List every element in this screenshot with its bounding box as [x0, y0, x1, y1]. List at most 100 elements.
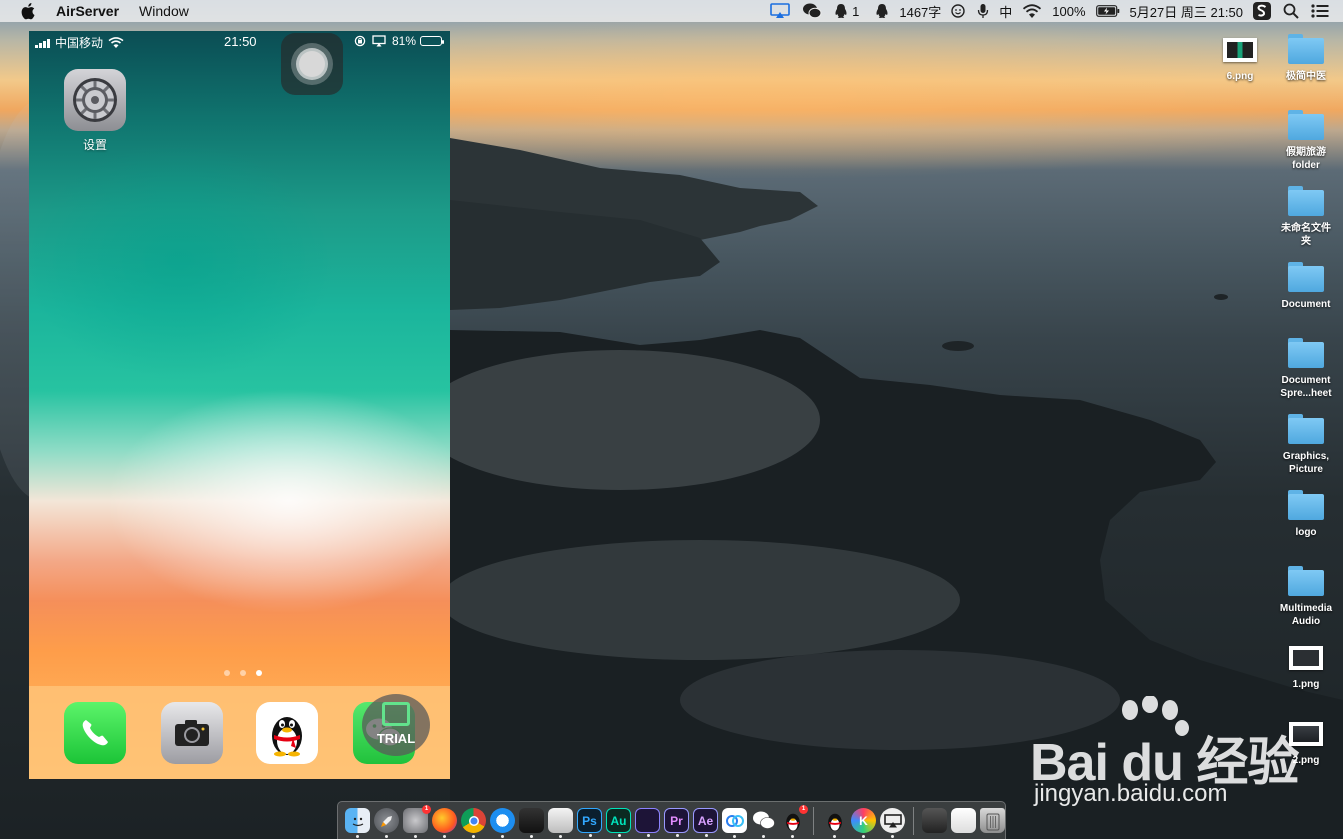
- running-indicator: [559, 835, 562, 838]
- airplay-status-icon[interactable]: [770, 0, 790, 22]
- stack-window-icon[interactable]: [922, 808, 947, 833]
- quicktime-icon[interactable]: [490, 808, 515, 838]
- home-app-settings[interactable]: 设置: [64, 69, 126, 153]
- desktop-folder-label: Document: [1281, 299, 1331, 310]
- running-indicator: [472, 835, 475, 838]
- after-effects-icon[interactable]: Ae: [693, 808, 718, 837]
- media-encoder-icon[interactable]: [635, 808, 660, 837]
- desktop-folder-label: 假期旅游 folder: [1286, 147, 1326, 171]
- page-indicator[interactable]: [219, 670, 267, 676]
- notification-center-icon[interactable]: [1311, 0, 1329, 22]
- dock-app-label: Ae: [697, 813, 714, 828]
- desktop-folder-logo[interactable]: logo: [1268, 490, 1343, 539]
- desktop-folder-untitled[interactable]: 未命名文件 夹: [1268, 186, 1343, 248]
- final-cut-icon[interactable]: [519, 808, 544, 838]
- folder-icon: [1288, 34, 1324, 64]
- input-method-status[interactable]: 中: [999, 2, 1012, 21]
- qq-unread-count: 1: [852, 3, 860, 19]
- dock-app-phone[interactable]: [64, 702, 126, 764]
- running-indicator: [530, 835, 533, 838]
- qq-status-icon[interactable]: 1: [834, 0, 863, 22]
- dock-app-label: Pr: [670, 813, 683, 828]
- dock-app-label: Ps: [582, 813, 597, 828]
- phone-wifi-icon: [108, 36, 124, 48]
- running-indicator: [676, 834, 679, 837]
- dock-app-camera[interactable]: [161, 702, 223, 764]
- folder-icon: [1288, 338, 1324, 368]
- microphone-icon[interactable]: [977, 0, 989, 22]
- running-indicator: [705, 834, 708, 837]
- wechat-dock-icon[interactable]: [751, 808, 776, 838]
- carrier-name: 中国移动: [55, 36, 104, 50]
- premiere-icon[interactable]: Pr: [664, 808, 689, 837]
- wechat-status-icon[interactable]: [802, 0, 822, 22]
- dock-separator: [813, 806, 814, 835]
- menu-window[interactable]: Window: [139, 3, 189, 19]
- desktop-folder-jijian[interactable]: 极简中医: [1268, 34, 1343, 83]
- page-dot-2[interactable]: [240, 670, 246, 676]
- phone-time: 21:50: [224, 34, 257, 49]
- desktop-folder-label: Multimedia Audio: [1279, 603, 1333, 627]
- screen-mirroring-icon: [372, 35, 386, 47]
- desktop-file-label: 6.png: [1226, 71, 1254, 82]
- qq-dock-icon[interactable]: 1: [780, 805, 808, 838]
- airserver-icon[interactable]: [880, 808, 905, 838]
- folder-icon: [1288, 414, 1324, 444]
- running-indicator: [618, 834, 621, 837]
- desktop-file-1-png[interactable]: 1.png: [1268, 644, 1343, 691]
- qq-status-icon-2[interactable]: [875, 0, 889, 22]
- chrome-icon[interactable]: [461, 808, 486, 838]
- launchpad-rocket-icon[interactable]: [374, 808, 399, 838]
- qq-penguin-icon: [272, 717, 302, 757]
- desktop-folder-label: Graphics, Picture: [1282, 451, 1330, 475]
- desktop-folder-spreadsheet[interactable]: Document Spre...heet: [1268, 338, 1343, 400]
- desktop-file-6-png[interactable]: 6.png: [1202, 36, 1278, 83]
- battery-charging-icon[interactable]: [1095, 0, 1120, 22]
- phone-icon: [82, 720, 108, 746]
- dock-app-label: K: [859, 813, 868, 828]
- stack-screenshot-icon[interactable]: [951, 808, 976, 833]
- desktop-folder-multimedia[interactable]: Multimedia Audio: [1268, 566, 1343, 628]
- running-indicator: [762, 835, 765, 838]
- firefox-icon[interactable]: [432, 808, 457, 838]
- emoji-status-icon[interactable]: [951, 0, 965, 22]
- battery-percentage[interactable]: 100%: [1052, 4, 1085, 19]
- kuaiying-icon[interactable]: K: [851, 808, 876, 838]
- spotlight-search-icon[interactable]: [1283, 0, 1299, 22]
- settings-gear-icon: [64, 69, 126, 131]
- desktop-folder-graphics[interactable]: Graphics, Picture: [1268, 414, 1343, 476]
- running-indicator: [589, 834, 592, 837]
- finder-icon[interactable]: [345, 808, 370, 838]
- folder-icon: [1288, 566, 1324, 596]
- photoshop-icon[interactable]: Ps: [577, 808, 602, 837]
- running-indicator: [862, 835, 865, 838]
- apple-menu-icon[interactable]: [20, 2, 36, 20]
- system-preferences-icon[interactable]: 1: [403, 805, 431, 838]
- running-indicator: [733, 835, 736, 838]
- baidu-netdisk-icon[interactable]: [722, 808, 747, 838]
- wifi-icon[interactable]: [1022, 0, 1042, 22]
- clock-datetime[interactable]: 5月27日 周三 21:50: [1130, 2, 1243, 21]
- image-file-icon: [1289, 646, 1323, 670]
- phone-status-bar: 中国移动 21:50 81%: [29, 31, 450, 51]
- assistive-touch-button[interactable]: [281, 33, 343, 95]
- audition-icon[interactable]: Au: [606, 808, 631, 837]
- trash-icon[interactable]: [980, 808, 1005, 833]
- baidu-jingyan-watermark: Bai du 经验 jingyan.baidu.com: [1030, 690, 1330, 810]
- airserver-trial-badge: TRIAL: [362, 694, 430, 756]
- screenshot-icon[interactable]: [548, 808, 573, 838]
- page-dot-3[interactable]: [256, 670, 262, 676]
- trial-label: TRIAL: [376, 731, 416, 746]
- folder-icon: [1288, 490, 1324, 520]
- iphone-mirror-window[interactable]: 中国移动 21:50 81% 设置 TRIAL: [29, 31, 450, 779]
- qq-alt-icon[interactable]: [822, 808, 847, 838]
- dock-app-qq[interactable]: [256, 702, 318, 764]
- sogou-input-icon[interactable]: [1253, 0, 1271, 22]
- desktop-folder-holiday[interactable]: 假期旅游 folder: [1268, 110, 1343, 172]
- app-menu-airserver[interactable]: AirServer: [56, 3, 119, 19]
- word-count-status[interactable]: 1467字: [899, 2, 941, 21]
- running-indicator: [414, 835, 417, 838]
- desktop-folder-label: 极简中医: [1286, 71, 1326, 82]
- page-dot-1[interactable]: [224, 670, 230, 676]
- desktop-folder-document[interactable]: Document: [1268, 262, 1343, 311]
